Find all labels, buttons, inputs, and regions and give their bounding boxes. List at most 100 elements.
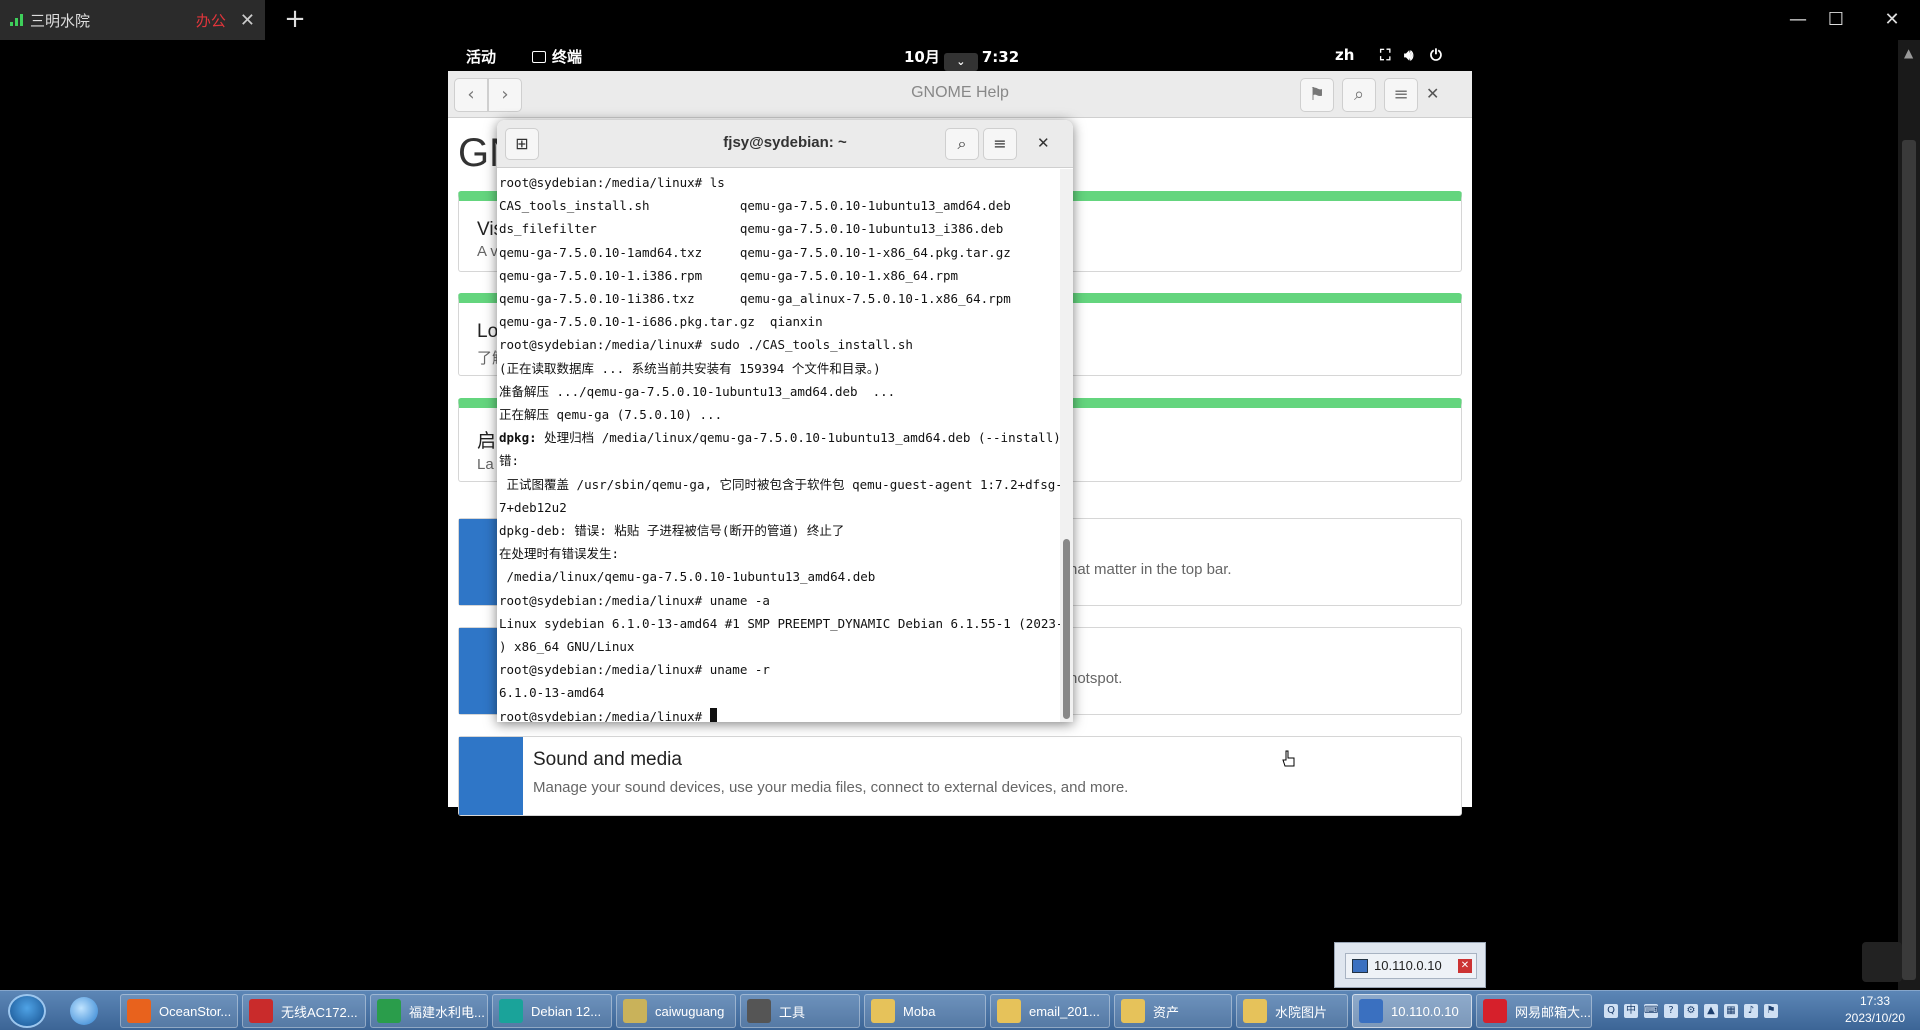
- volume-icon[interactable]: ♪: [1744, 1004, 1758, 1018]
- taskbar-item[interactable]: 水院图片: [1236, 994, 1348, 1028]
- app-icon: [127, 999, 151, 1023]
- viewer-scrollbar[interactable]: ▲: [1898, 40, 1920, 990]
- search-icon[interactable]: ⌕: [1342, 78, 1376, 112]
- help-topic-title: Lo: [477, 321, 499, 342]
- taskbar-item[interactable]: 工具: [740, 994, 860, 1028]
- app-icon: [871, 999, 895, 1023]
- terminal-line: qemu-ga-7.5.0.10-1-i686.pkg.tar.gz qianx…: [499, 314, 823, 330]
- app-menu-label: 终端: [552, 48, 583, 66]
- menu-icon[interactable]: ≡: [1384, 78, 1418, 112]
- app-icon: [1359, 999, 1383, 1023]
- terminal-line: 错:: [499, 453, 520, 469]
- add-tab-button[interactable]: +: [280, 4, 310, 34]
- network-icon[interactable]: ⛶: [1380, 46, 1391, 64]
- taskbar-item[interactable]: Moba: [864, 994, 986, 1028]
- terminal-line: root@sydebian:/media/linux#: [499, 705, 1057, 722]
- menu-icon[interactable]: ≡: [983, 128, 1017, 160]
- taskbar-clock[interactable]: 17:33 2023/10/20: [1830, 993, 1920, 1027]
- activities-button[interactable]: 活动: [466, 46, 496, 67]
- hand-pointer-icon: [1282, 750, 1295, 767]
- close-icon[interactable]: ✕: [1037, 134, 1050, 152]
- terminal-scroll-thumb[interactable]: [1063, 539, 1070, 719]
- taskbar-item[interactable]: 无线AC172...: [242, 994, 366, 1028]
- terminal-line: Linux sydebian 6.1.0-13-amd64 #1 SMP PRE…: [499, 615, 1073, 631]
- scroll-up-icon[interactable]: ▲: [1904, 46, 1913, 60]
- viewer-scroll-thumb[interactable]: [1902, 140, 1916, 980]
- help-topic-desc: La: [477, 456, 494, 473]
- minimize-button[interactable]: —: [1778, 6, 1818, 34]
- help-topic-card[interactable]: Sound and media Manage your sound device…: [458, 736, 1462, 816]
- settings-icon[interactable]: ⚙: [1684, 1004, 1698, 1018]
- terminal-line: root@sydebian:/media/linux# sudo ./CAS_t…: [499, 337, 913, 353]
- terminal-line: dpkg: 处理归档 /media/linux/qemu-ga-7.5.0.10…: [499, 430, 1073, 446]
- flag-icon[interactable]: ⚑: [1764, 1004, 1778, 1018]
- close-window-button[interactable]: ✕: [1872, 6, 1912, 34]
- taskbar-item-label: email_201...: [1029, 1003, 1100, 1019]
- volume-icon[interactable]: 🔊︎: [1404, 46, 1413, 64]
- search-icon[interactable]: Q: [1604, 1004, 1618, 1018]
- clock-month: 10月: [904, 48, 940, 66]
- close-icon[interactable]: ✕: [1458, 959, 1472, 973]
- taskbar-item[interactable]: 网易邮箱大...: [1476, 994, 1592, 1028]
- terminal-line: qemu-ga-7.5.0.10-1.i386.rpm qemu-ga-7.5.…: [499, 267, 959, 283]
- taskbar-item-label: OceanStor...: [159, 1003, 232, 1019]
- clock-date: 2023/10/20: [1844, 1011, 1906, 1025]
- help-icon[interactable]: ?: [1664, 1004, 1678, 1018]
- close-icon[interactable]: ✕: [1426, 84, 1439, 103]
- terminal-line: 在处理时有错误发生:: [499, 546, 620, 562]
- bookmark-icon[interactable]: ⚑: [1300, 78, 1334, 112]
- taskbar-item-label: 网易邮箱大...: [1515, 1004, 1591, 1020]
- search-icon[interactable]: ⌕: [945, 128, 979, 160]
- app-icon: [1483, 999, 1507, 1023]
- keyboard-icon[interactable]: ⌨: [1644, 1004, 1658, 1018]
- help-topic-title: Sound and media: [533, 749, 682, 770]
- windows-taskbar: OceanStor... 无线AC172... 福建水利电... Debian 12.…: [0, 990, 1920, 1030]
- side-panel-icon[interactable]: [1862, 942, 1902, 982]
- terminal-line: ds_filefilter qemu-ga-7.5.0.10-1ubuntu13…: [499, 221, 1004, 237]
- chevron-up-icon[interactable]: ▲: [1704, 1004, 1718, 1018]
- power-icon[interactable]: ⏻: [1430, 46, 1442, 64]
- remote-connection-item[interactable]: 10.110.0.10 ✕: [1345, 953, 1477, 979]
- taskbar-item[interactable]: email_201...: [990, 994, 1110, 1028]
- app-icon: [623, 999, 647, 1023]
- app-icon: [499, 999, 523, 1023]
- network-icon[interactable]: ▦: [1724, 1004, 1738, 1018]
- session-tab-name: 三明水院: [30, 11, 91, 30]
- terminal-output[interactable]: root@sydebian:/media/linux# ls CAS_tools_…: [499, 169, 1073, 722]
- signal-icon: [10, 14, 24, 26]
- clock-time: 17:33: [1859, 994, 1891, 1008]
- terminal-line: 7+deb12u2: [499, 499, 567, 515]
- start-button[interactable]: [8, 994, 46, 1028]
- taskbar-item-label: Moba: [903, 1003, 936, 1019]
- input-method-indicator[interactable]: zh: [1335, 46, 1354, 64]
- close-tab-icon[interactable]: ✕: [240, 10, 255, 31]
- maximize-button[interactable]: ☐: [1816, 6, 1856, 34]
- session-tab-group: 办公: [195, 11, 226, 30]
- terminal-line: 6.1.0-13-amd64: [499, 685, 605, 701]
- app-menu[interactable]: 终端: [532, 46, 582, 67]
- clock-time: 7:32: [981, 48, 1020, 66]
- session-tab[interactable]: 三明水院 办公 ✕: [0, 0, 265, 40]
- terminal-window[interactable]: ⊞ fjsy@sydebian: ~ ⌕ ≡ ✕ root@sydebian:/…: [497, 120, 1073, 722]
- chevron-down-icon: ⌄: [943, 53, 978, 71]
- ime-icon[interactable]: 中: [1624, 1004, 1638, 1018]
- taskbar-item[interactable]: Debian 12...: [492, 994, 612, 1028]
- taskbar-item[interactable]: 资产: [1114, 994, 1232, 1028]
- taskbar-item[interactable]: OceanStor...: [120, 994, 238, 1028]
- taskbar-item[interactable]: 福建水利电...: [370, 994, 488, 1028]
- taskbar-item[interactable]: caiwuguang: [616, 994, 736, 1028]
- ie-icon[interactable]: [64, 995, 104, 1027]
- terminal-headerbar: ⊞ fjsy@sydebian: ~ ⌕ ≡ ✕: [497, 120, 1073, 168]
- app-icon: [747, 999, 771, 1023]
- terminal-line: root@sydebian:/media/linux# ls: [499, 175, 725, 190]
- remote-connection-label: 10.110.0.10: [1374, 958, 1442, 973]
- clock[interactable]: 10月 ⌄ 7:32: [904, 46, 1019, 71]
- taskbar-item[interactable]: 10.110.0.10: [1352, 994, 1472, 1028]
- remote-desktop-icon: [1352, 959, 1368, 973]
- system-tray: Q 中 ⌨ ? ⚙ ▲ ▦ ♪ ⚑: [1604, 995, 1824, 1027]
- help-headerbar: ‹ › GNOME Help ⚑ ⌕ ≡ ✕: [448, 71, 1472, 118]
- terminal-scrollbar[interactable]: [1060, 169, 1073, 722]
- taskbar-item-label: 10.110.0.10: [1391, 1003, 1459, 1019]
- taskbar-item-label: 资产: [1153, 1004, 1180, 1020]
- app-icon: [249, 999, 273, 1023]
